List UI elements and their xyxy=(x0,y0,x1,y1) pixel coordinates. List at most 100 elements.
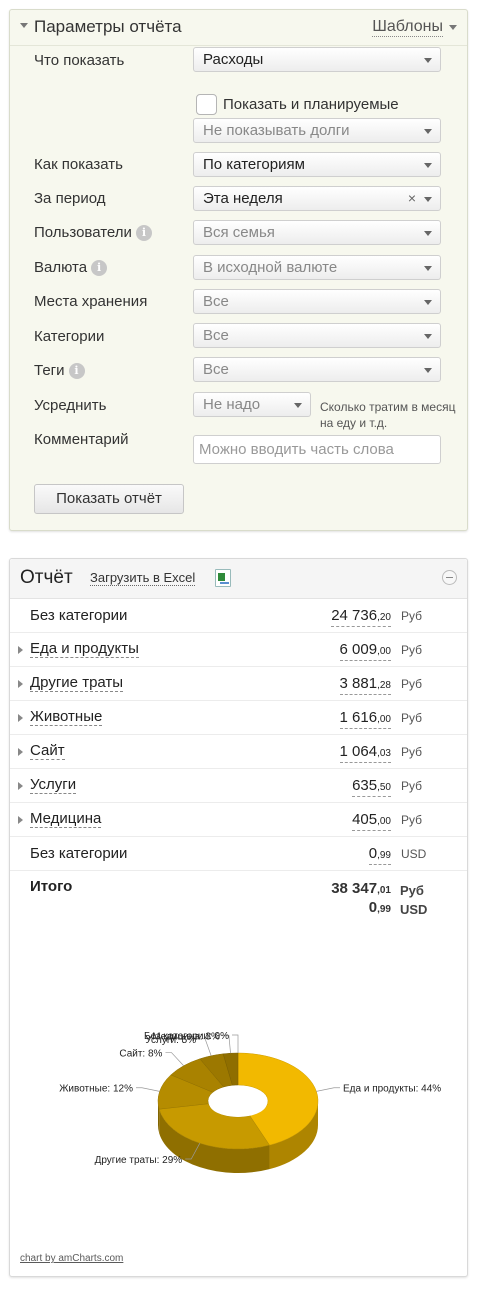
expenses-pie-chart: Еда и продукты: 44% Другие траты: 29% Живо… xyxy=(10,959,467,1249)
row-amount[interactable]: 3 881,28 xyxy=(339,675,391,695)
amcharts-credit-link[interactable]: chart by amCharts.com xyxy=(20,1253,123,1264)
expand-arrow-icon[interactable] xyxy=(18,714,23,722)
row-category-name: Без категории xyxy=(30,607,128,624)
average-select[interactable]: Не надо xyxy=(193,392,311,417)
debts-select-value: Не показывать долги xyxy=(203,122,350,139)
pie-label-line xyxy=(135,1087,160,1092)
divider xyxy=(10,45,467,46)
row-category-name: Без категории xyxy=(30,845,128,862)
caret-down-icon xyxy=(294,403,302,408)
row-category-name[interactable]: Услуги xyxy=(30,777,77,794)
params-title: Параметры отчёта xyxy=(34,17,182,36)
chevron-down-icon xyxy=(20,23,28,29)
report-params-panel: Параметры отчёта Шаблоны Что показать Ра… xyxy=(9,9,468,531)
table-row[interactable]: Еда и продукты 6 009,00 Руб xyxy=(10,633,467,667)
row-amount[interactable]: 405,00 xyxy=(352,811,391,831)
row-category-name[interactable]: Медицина xyxy=(30,811,102,828)
comment-input[interactable]: Можно вводить часть слова xyxy=(193,435,441,464)
currency-select[interactable]: В исходной валюте xyxy=(193,255,441,280)
row-category-name[interactable]: Еда и продукты xyxy=(30,641,139,658)
row-amount[interactable]: 1 064,03 xyxy=(339,743,391,763)
pie-label-line xyxy=(232,1034,239,1053)
average-label: Усреднить xyxy=(34,397,107,414)
what-select[interactable]: Расходы xyxy=(193,47,441,72)
planned-checkbox-label: Показать и планируемые xyxy=(223,96,399,113)
currency-select-value: В исходной валюте xyxy=(203,259,338,276)
pie-label: Другие траты: 29% xyxy=(95,1155,183,1166)
period-label: За период xyxy=(34,190,106,207)
users-label: Пользователи i xyxy=(34,224,152,241)
pie-label: Еда и продукты: 44% xyxy=(343,1084,441,1095)
caret-down-icon xyxy=(424,266,432,271)
caret-down-icon xyxy=(424,300,432,305)
table-row[interactable]: Животные 1 616,00 Руб xyxy=(10,701,467,735)
tags-select-value: Все xyxy=(203,361,229,378)
row-amount-dec: ,28 xyxy=(377,680,391,691)
currency-label: Валюта i xyxy=(34,259,108,276)
row-amount[interactable]: 1 616,00 xyxy=(339,709,391,729)
info-icon[interactable]: i xyxy=(135,225,152,241)
caret-down-icon xyxy=(424,58,432,63)
total-amount-dec: ,99 xyxy=(377,904,391,915)
row-category-name[interactable]: Сайт xyxy=(30,743,65,760)
users-label-text: Пользователи xyxy=(34,224,132,241)
excel-download-link[interactable]: Загрузить в Excel xyxy=(90,571,196,586)
planned-checkbox[interactable] xyxy=(196,94,217,115)
table-row[interactable]: Услуги 635,50 Руб xyxy=(10,769,467,803)
categories-label: Категории xyxy=(34,328,105,345)
params-collapse-toggle[interactable]: Параметры отчёта xyxy=(20,17,182,37)
pie-hole xyxy=(209,1089,267,1117)
row-amount[interactable]: 24 736,20 xyxy=(331,607,391,627)
table-row[interactable]: Сайт 1 064,03 Руб xyxy=(10,735,467,769)
debts-select[interactable]: Не показывать долги xyxy=(193,118,441,143)
expand-arrow-icon[interactable] xyxy=(18,782,23,790)
table-row[interactable]: Медицина 405,00 Руб xyxy=(10,803,467,837)
tags-select[interactable]: Все xyxy=(193,357,441,382)
row-amount[interactable]: 6 009,00 xyxy=(339,641,391,661)
categories-select[interactable]: Все xyxy=(193,323,441,348)
what-select-value: Расходы xyxy=(203,51,264,68)
caret-down-icon xyxy=(424,197,432,202)
report-panel: Отчёт Загрузить в Excel Без категории 24 … xyxy=(9,558,468,1277)
storage-select[interactable]: Все xyxy=(193,289,441,314)
period-select[interactable]: Эта неделя × xyxy=(193,186,441,211)
expand-arrow-icon[interactable] xyxy=(18,816,23,824)
how-select-value: По категориям xyxy=(203,156,305,173)
clear-icon[interactable]: × xyxy=(408,187,416,210)
table-row[interactable]: Другие траты 3 881,28 Руб xyxy=(10,667,467,701)
row-amount[interactable]: 635,50 xyxy=(352,777,391,797)
caret-down-icon xyxy=(424,231,432,236)
info-icon[interactable]: i xyxy=(91,260,108,276)
average-select-value: Не надо xyxy=(203,396,261,413)
info-icon[interactable]: i xyxy=(68,363,85,379)
chevron-down-icon[interactable] xyxy=(449,25,457,30)
show-report-button[interactable]: Показать отчёт xyxy=(34,484,184,514)
excel-file-icon[interactable] xyxy=(215,569,231,587)
users-select-value: Вся семья xyxy=(203,224,275,241)
expand-arrow-icon[interactable] xyxy=(18,748,23,756)
report-header: Отчёт Загрузить в Excel xyxy=(10,559,467,599)
collapse-icon[interactable] xyxy=(442,570,457,585)
expand-arrow-icon[interactable] xyxy=(18,680,23,688)
row-category-name[interactable]: Другие траты xyxy=(30,675,124,692)
row-currency: Руб xyxy=(401,745,423,759)
expand-arrow-icon[interactable] xyxy=(18,646,23,654)
how-select[interactable]: По категориям xyxy=(193,152,441,177)
row-category-name[interactable]: Животные xyxy=(30,709,103,726)
row-amount-dec: ,03 xyxy=(377,748,391,759)
total-amount-rub: 38 347,01 xyxy=(331,880,391,897)
caret-down-icon xyxy=(424,129,432,134)
storage-label: Места хранения xyxy=(34,293,148,310)
templates-link[interactable]: Шаблоны xyxy=(372,18,443,37)
row-amount[interactable]: 0,99 xyxy=(368,845,391,865)
users-select[interactable]: Вся семья xyxy=(193,220,441,245)
caret-down-icon xyxy=(424,163,432,168)
comment-label: Комментарий xyxy=(34,431,129,448)
pie-chart-svg: Еда и продукты: 44% Другие траты: 29% Живо… xyxy=(59,1031,441,1173)
params-header: Параметры отчёта Шаблоны xyxy=(20,17,457,39)
pie-label: Без категории: 0% xyxy=(144,1031,229,1042)
total-amount-dec: ,01 xyxy=(377,885,391,896)
pie-label-line xyxy=(316,1087,341,1092)
row-amount-dec: ,99 xyxy=(377,850,391,861)
total-amount-int: 0 xyxy=(368,899,378,916)
